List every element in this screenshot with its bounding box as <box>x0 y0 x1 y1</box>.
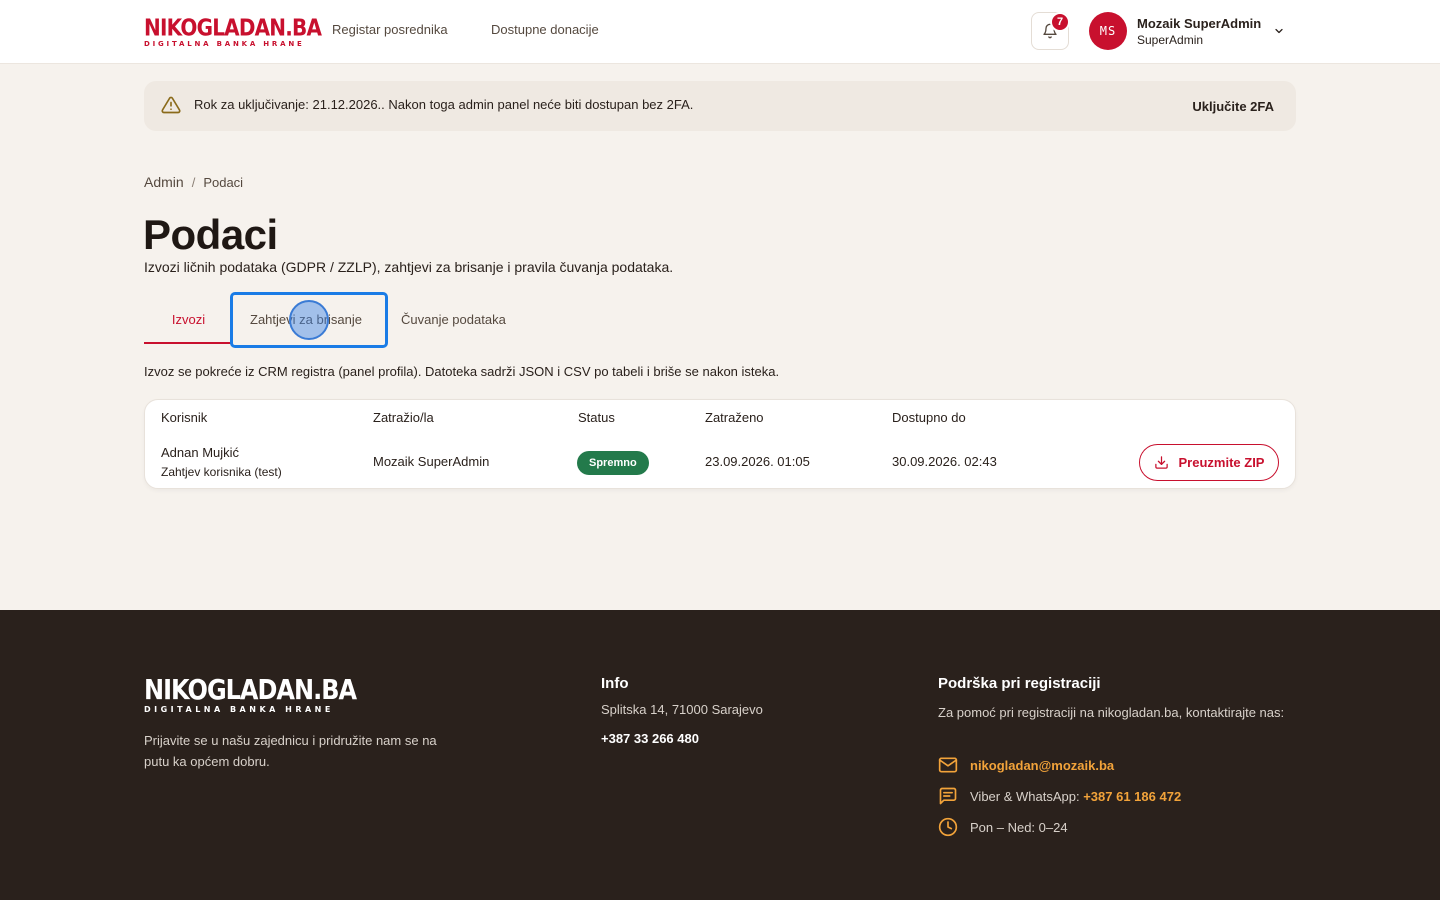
footer-phone[interactable]: +387 33 266 480 <box>601 731 699 746</box>
tab-data-retention[interactable]: Čuvanje podataka <box>401 312 506 327</box>
breadcrumb-separator: / <box>191 175 196 190</box>
logo-wordmark: NIKOGLADAN.BA <box>144 13 322 42</box>
tab-deletion-requests[interactable]: Zahtjevi za brisanje <box>250 312 362 327</box>
download-icon <box>1154 456 1168 469</box>
mail-icon <box>938 757 958 773</box>
footer-messaging-label: Viber & WhatsApp: <box>970 788 1080 804</box>
footer-support-heading: Podrška pri registraciji <box>938 675 1101 692</box>
exports-info-text: Izvoz se pokreće iz CRM registra (panel … <box>144 364 780 379</box>
enable-2fa-button[interactable]: Uključite 2FA <box>1192 99 1274 114</box>
top-header: NIKOGLADAN.BA DIGITALNA BANKA HRANE Regi… <box>0 0 1440 64</box>
footer-support-text: Za pomoć pri registraciji na nikogladan.… <box>938 705 1285 720</box>
user-name: Mozaik SuperAdmin <box>1137 16 1262 31</box>
column-header-requested-at: Zatraženo <box>705 410 764 425</box>
footer-info-heading: Info <box>601 675 629 692</box>
column-header-user: Korisnik <box>161 410 208 425</box>
footer-email-link[interactable]: nikogladan@mozaik.ba <box>970 758 1114 773</box>
column-header-status: Status <box>578 410 615 425</box>
row-available-until: 30.09.2026. 02:43 <box>892 454 997 469</box>
footer-address: Splitska 14, 71000 Sarajevo <box>601 702 763 717</box>
download-zip-label: Preuzmite ZIP <box>1178 455 1265 470</box>
footer-messaging-row: Viber & WhatsApp: +387 61 186 472 <box>938 785 1181 807</box>
breadcrumb: Admin / Podaci <box>144 174 243 190</box>
footer-tagline: Prijavite se u našu zajednicu i pridruži… <box>144 733 437 769</box>
footer-messaging-phone[interactable]: +387 61 186 472 <box>1083 789 1181 804</box>
user-role: SuperAdmin <box>1137 33 1204 47</box>
tab-exports[interactable]: Izvozi <box>144 312 233 344</box>
alert-message: Rok za uključivanje: 21.12.2026.. Nakon … <box>194 97 694 112</box>
download-zip-button[interactable]: Preuzmite ZIP <box>1139 444 1279 481</box>
row-requested-by: Mozaik SuperAdmin <box>373 454 490 469</box>
footer-logo-wordmark: NIKOGLADAN.BA <box>144 673 357 706</box>
exports-table: Korisnik Zatražio/la Status Zatraženo Do… <box>144 399 1296 489</box>
footer-logo-tagline: DIGITALNA BANKA HRANE <box>144 705 334 714</box>
breadcrumb-admin-link[interactable]: Admin <box>144 174 184 190</box>
clock-icon <box>938 817 958 837</box>
column-header-available-until: Dostupno do <box>892 410 966 425</box>
row-requested-at: 23.09.2026. 01:05 <box>705 454 810 469</box>
breadcrumb-current: Podaci <box>203 175 244 190</box>
footer-hours-row: Pon – Ned: 0–24 <box>938 816 1068 838</box>
column-header-requested-by: Zatražio/la <box>373 410 434 425</box>
twofa-alert: Rok za uključivanje: 21.12.2026.. Nakon … <box>144 81 1296 131</box>
page-title: Podaci <box>143 211 278 258</box>
site-footer: NIKOGLADAN.BA DIGITALNA BANKA HRANE Prij… <box>0 610 1440 900</box>
chat-icon <box>939 787 957 805</box>
footer-email-row: nikogladan@mozaik.ba <box>938 754 1114 776</box>
status-badge: Spremno <box>577 451 649 475</box>
site-logo[interactable]: NIKOGLADAN.BA DIGITALNA BANKA HRANE <box>144 13 322 48</box>
avatar: MS <box>1089 12 1127 50</box>
footer-logo[interactable]: NIKOGLADAN.BA DIGITALNA BANKA HRANE <box>144 673 357 714</box>
warning-icon <box>161 96 181 114</box>
notification-count-badge: 7 <box>1050 12 1070 32</box>
footer-messaging-text: Viber & WhatsApp: +387 61 186 472 <box>970 789 1181 804</box>
footer-hours: Pon – Ned: 0–24 <box>970 819 1068 835</box>
user-menu[interactable]: MS Mozaik SuperAdmin SuperAdmin <box>1089 12 1289 52</box>
row-user-name: Adnan Mujkić <box>161 445 240 460</box>
row-user-note: Zahtjev korisnika (test) <box>161 465 282 479</box>
nav-link-register-intermediaries[interactable]: Registar posrednika <box>332 22 448 37</box>
nav-link-available-donations[interactable]: Dostupne donacije <box>491 22 599 37</box>
chevron-down-icon <box>1275 28 1283 34</box>
page-subtitle: Izvozi ličnih podataka (GDPR / ZZLP), za… <box>144 259 674 275</box>
